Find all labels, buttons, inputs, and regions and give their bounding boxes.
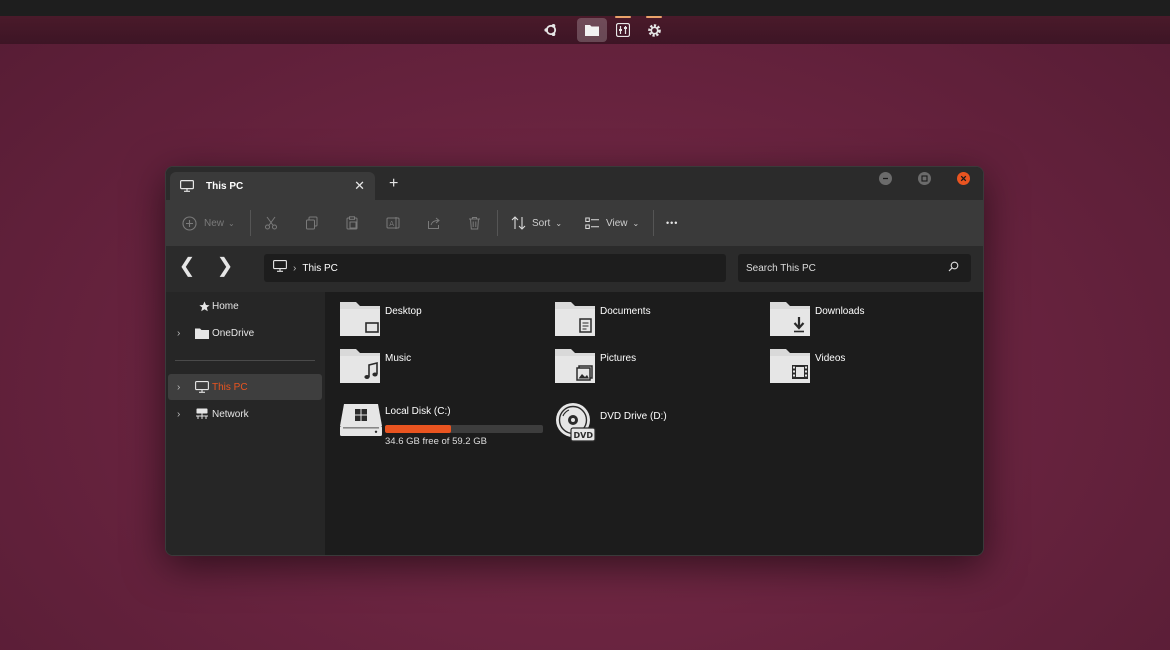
sidebar-item-this-pc[interactable]: › This PC — [168, 374, 322, 400]
sort-icon — [511, 216, 526, 230]
folder-label: Downloads — [815, 306, 865, 317]
minimize-button[interactable] — [879, 172, 892, 185]
rename-icon[interactable]: A — [386, 208, 401, 238]
search-box[interactable]: Search This PC — [738, 254, 971, 282]
toolbar-divider — [653, 210, 654, 236]
new-tab-button[interactable]: + — [389, 176, 398, 192]
documents-folder-icon — [555, 302, 597, 341]
cut-icon[interactable] — [264, 208, 278, 238]
sidebar-item-label: Network — [212, 408, 249, 420]
new-button[interactable]: New ⌄ — [182, 208, 235, 238]
folder-icon — [194, 326, 210, 340]
delete-icon[interactable] — [468, 208, 481, 238]
svg-text:A: A — [389, 220, 394, 228]
maximize-button[interactable] — [918, 172, 931, 185]
forward-button[interactable]: ❯ — [215, 256, 235, 278]
sidebar-item-onedrive[interactable]: › OneDrive — [168, 320, 322, 346]
storage-usage-fill — [385, 425, 452, 433]
pictures-folder-icon — [555, 349, 597, 388]
files-icon[interactable] — [577, 18, 607, 42]
folder-label: Documents — [600, 306, 651, 317]
paste-icon[interactable] — [345, 208, 359, 238]
breadcrumb-separator: › — [293, 262, 297, 274]
drive-dvd-d[interactable]: DVD DVD Drive (D:) — [540, 398, 740, 448]
view-list-icon — [585, 217, 599, 229]
title-bar: This PC ✕ + — [166, 167, 983, 200]
plus-circle-icon — [182, 215, 197, 231]
network-icon — [194, 407, 210, 421]
more-options-button[interactable]: ••• — [666, 208, 678, 238]
address-bar[interactable]: › This PC — [264, 254, 726, 282]
tab-this-pc[interactable]: This PC ✕ — [170, 172, 375, 200]
dock — [0, 16, 1170, 44]
toolbar-divider — [497, 210, 498, 236]
copy-icon[interactable] — [305, 208, 319, 238]
folder-label: Pictures — [600, 353, 637, 364]
music-folder-icon — [340, 349, 382, 388]
sort-button[interactable]: Sort ⌄ — [511, 208, 562, 238]
close-tab-icon[interactable]: ✕ — [354, 178, 365, 194]
folder-music[interactable]: Music — [325, 339, 525, 383]
chevron-right-icon[interactable]: › — [177, 382, 180, 393]
sidebar-divider — [175, 360, 315, 361]
drive-label: DVD Drive (D:) — [600, 411, 667, 422]
dvd-badge: DVD — [574, 431, 594, 440]
videos-folder-icon — [770, 349, 812, 388]
drive-local-disk-c[interactable]: Local Disk (C:) 34.6 GB free of 59.2 GB — [325, 398, 545, 448]
folder-videos[interactable]: Videos — [755, 339, 955, 383]
search-icon[interactable] — [948, 259, 959, 277]
folder-label: Desktop — [385, 306, 422, 317]
sidebar-item-home[interactable]: Home — [168, 293, 322, 319]
dvd-drive-icon: DVD — [555, 402, 599, 447]
star-icon — [196, 299, 212, 313]
hard-drive-icon — [340, 404, 382, 441]
new-button-label: New — [204, 217, 225, 229]
view-button-label: View — [606, 217, 628, 229]
file-explorer-window: This PC ✕ + New ⌄ A Sort ⌄ View ⌄ ••• ❮ … — [165, 166, 984, 556]
downloads-folder-icon — [770, 302, 812, 341]
share-icon[interactable] — [427, 208, 441, 238]
navigation-pane: Home › OneDrive › This PC › Network — [166, 292, 325, 555]
folder-downloads[interactable]: Downloads — [755, 292, 955, 336]
chevron-right-icon[interactable]: › — [177, 328, 180, 339]
folder-label: Videos — [815, 353, 846, 364]
content-pane: Desktop Documents Downloads Music Pictur… — [325, 292, 983, 555]
monitor-icon — [194, 380, 210, 394]
search-input[interactable]: Search This PC — [746, 263, 948, 274]
desktop-folder-icon — [340, 302, 382, 341]
folder-documents[interactable]: Documents — [540, 292, 740, 336]
toolbar-divider — [250, 210, 251, 236]
mixer-icon[interactable] — [609, 16, 637, 42]
command-bar: New ⌄ A Sort ⌄ View ⌄ ••• — [166, 200, 983, 246]
settings-icon[interactable] — [640, 16, 668, 42]
drive-label: Local Disk (C:) — [385, 406, 451, 417]
navigation-bar: ❮ ❯ › This PC Search This PC — [166, 246, 983, 292]
sidebar-item-label: Home — [212, 300, 239, 312]
sidebar-item-label: OneDrive — [212, 327, 255, 339]
folder-desktop[interactable]: Desktop — [325, 292, 525, 336]
sort-button-label: Sort — [532, 217, 551, 229]
drive-usage-text: 34.6 GB free of 59.2 GB — [385, 436, 487, 447]
sidebar-item-label: This PC — [212, 381, 248, 393]
chevron-down-icon: ⌄ — [632, 218, 640, 228]
chevron-right-icon[interactable]: › — [177, 409, 180, 420]
back-button[interactable]: ❮ — [177, 256, 197, 278]
ubuntu-logo-icon[interactable] — [537, 18, 565, 42]
system-top-bar — [0, 0, 1170, 16]
chevron-down-icon: ⌄ — [228, 218, 235, 228]
folder-label: Music — [385, 353, 412, 364]
monitor-icon — [180, 178, 196, 194]
folder-pictures[interactable]: Pictures — [540, 339, 740, 383]
storage-usage-bar — [385, 425, 543, 433]
close-window-button[interactable] — [957, 172, 970, 185]
view-button[interactable]: View ⌄ — [585, 208, 639, 238]
monitor-icon — [273, 259, 287, 277]
sidebar-item-network[interactable]: › Network — [168, 401, 322, 427]
breadcrumb-this-pc[interactable]: This PC — [302, 263, 338, 274]
tab-title: This PC — [206, 180, 244, 192]
chevron-down-icon: ⌄ — [555, 218, 563, 228]
